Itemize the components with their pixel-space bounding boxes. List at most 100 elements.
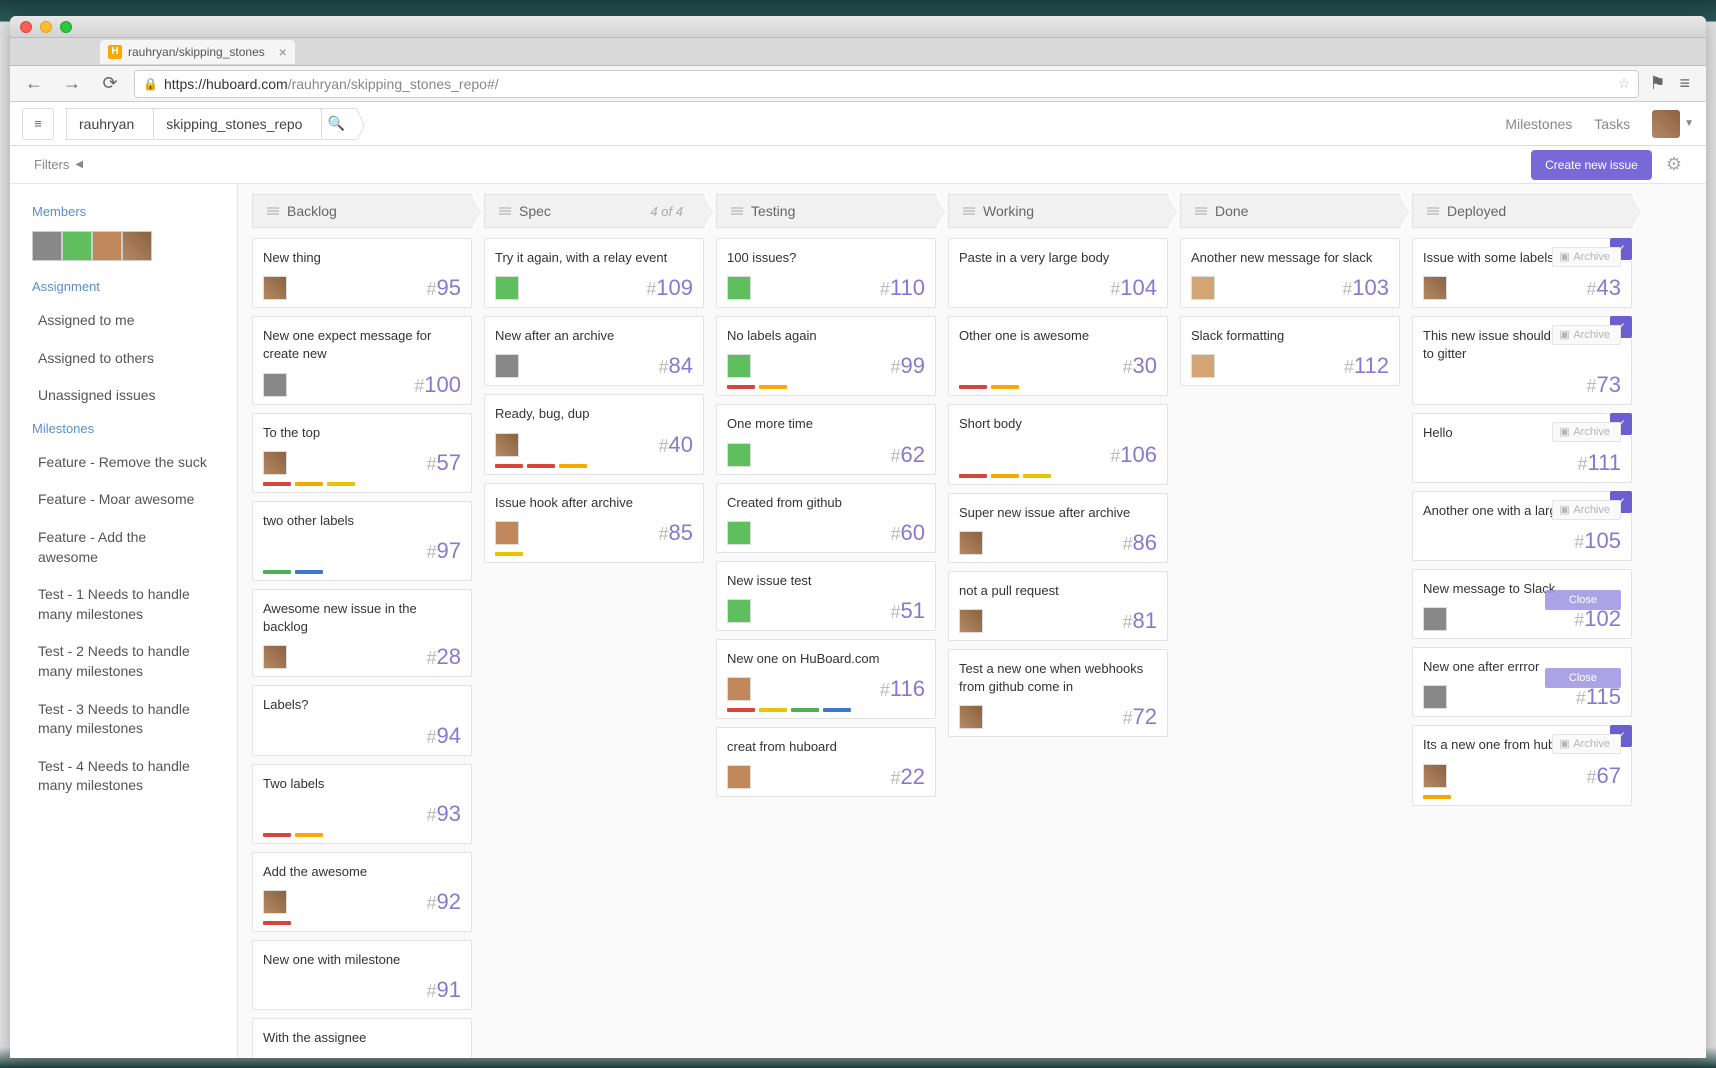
tab-close-icon[interactable]: × xyxy=(279,44,287,60)
issue-card[interactable]: New issue test#51 xyxy=(716,561,936,631)
drag-handle-icon[interactable] xyxy=(1195,207,1207,215)
assignee-avatar-icon[interactable] xyxy=(1423,607,1447,631)
breadcrumb-repo[interactable]: skipping_stones_repo xyxy=(153,108,321,140)
assignee-avatar-icon[interactable] xyxy=(495,354,519,378)
back-button[interactable]: ← xyxy=(20,70,48,98)
assignee-avatar-icon[interactable] xyxy=(1423,685,1447,709)
sidebar-milestone-item[interactable]: Test - 4 Needs to handle many milestones xyxy=(10,748,237,805)
minimize-window-icon[interactable] xyxy=(40,21,52,33)
issue-card[interactable]: Awesome new issue in the backlog#28 xyxy=(252,589,472,677)
drag-handle-icon[interactable] xyxy=(963,207,975,215)
issue-card[interactable]: Try it again, with a relay event#109 xyxy=(484,238,704,308)
column-header[interactable]: Working xyxy=(948,194,1168,228)
issue-card[interactable]: not a pull request#81 xyxy=(948,571,1168,641)
issue-card[interactable]: Created from github#60 xyxy=(716,483,936,553)
issue-card[interactable]: Issue hook after archive#85 xyxy=(484,483,704,563)
issue-card[interactable]: With the assignee xyxy=(252,1018,472,1058)
member-avatar[interactable] xyxy=(92,231,122,261)
issue-card[interactable]: New message to Slack#102Close xyxy=(1412,569,1632,639)
assignee-avatar-icon[interactable] xyxy=(959,531,983,555)
column-header[interactable]: Testing xyxy=(716,194,936,228)
close-button[interactable]: Close xyxy=(1545,590,1621,610)
browser-tab[interactable]: H rauhryan/skipping_stones × xyxy=(100,40,295,64)
issue-card[interactable]: New one on HuBoard.com#116 xyxy=(716,639,936,719)
menu-icon[interactable]: ≡ xyxy=(1679,73,1690,94)
column-header[interactable]: Deployed xyxy=(1412,194,1632,228)
issue-card[interactable]: Paste in a very large body#104 xyxy=(948,238,1168,308)
sidebar-milestone-item[interactable]: Feature - Add the awesome xyxy=(10,519,237,576)
sidebar-assignment-item[interactable]: Unassigned issues xyxy=(10,377,237,415)
assignee-avatar-icon[interactable] xyxy=(495,433,519,457)
assignee-avatar-icon[interactable] xyxy=(727,276,751,300)
assignee-avatar-icon[interactable] xyxy=(1191,276,1215,300)
sidebar-milestone-item[interactable]: Feature - Remove the suck xyxy=(10,444,237,482)
issue-card[interactable]: Another new message for slack#103 xyxy=(1180,238,1400,308)
issue-card[interactable]: Labels?#94 xyxy=(252,685,472,755)
drag-handle-icon[interactable] xyxy=(499,207,511,215)
archive-button[interactable]: Archive xyxy=(1552,325,1621,345)
assignee-avatar-icon[interactable] xyxy=(495,521,519,545)
issue-card[interactable]: ✓ArchiveHello#111 xyxy=(1412,413,1632,483)
assignee-avatar-icon[interactable] xyxy=(727,443,751,467)
extension-icon[interactable]: ⚑ xyxy=(1649,73,1665,94)
url-bar[interactable]: 🔒 https://huboard.com/rauhryan/skipping_… xyxy=(134,70,1639,98)
issue-card[interactable]: New one expect message for create new#10… xyxy=(252,316,472,404)
issue-card[interactable]: ✓ArchiveThis new issue should be pushed … xyxy=(1412,316,1632,404)
assignee-avatar-icon[interactable] xyxy=(727,765,751,789)
filters-toggle[interactable]: Filters ◀ xyxy=(34,157,83,172)
issue-card[interactable]: Test a new one when webhooks from github… xyxy=(948,649,1168,737)
archive-button[interactable]: Archive xyxy=(1552,500,1621,520)
issue-card[interactable]: 100 issues?#110 xyxy=(716,238,936,308)
sidebar-toggle-button[interactable]: ≡ xyxy=(22,108,54,140)
assignee-avatar-icon[interactable] xyxy=(727,354,751,378)
member-avatar[interactable] xyxy=(62,231,92,261)
drag-handle-icon[interactable] xyxy=(731,207,743,215)
bookmark-star-icon[interactable]: ☆ xyxy=(1618,75,1631,92)
drag-handle-icon[interactable] xyxy=(1427,207,1439,215)
issue-card[interactable]: ✓ArchiveIts a new one from huboard#67 xyxy=(1412,725,1632,805)
assignee-avatar-icon[interactable] xyxy=(263,451,287,475)
assignee-avatar-icon[interactable] xyxy=(263,373,287,397)
assignee-avatar-icon[interactable] xyxy=(727,677,751,701)
nav-milestones[interactable]: Milestones xyxy=(1505,116,1572,132)
issue-card[interactable]: New after an archive#84 xyxy=(484,316,704,386)
issue-card[interactable]: No labels again#99 xyxy=(716,316,936,396)
archive-button[interactable]: Archive xyxy=(1552,734,1621,754)
drag-handle-icon[interactable] xyxy=(267,207,279,215)
issue-card[interactable]: Ready, bug, dup#40 xyxy=(484,394,704,474)
issue-card[interactable]: One more time#62 xyxy=(716,404,936,474)
assignee-avatar-icon[interactable] xyxy=(727,599,751,623)
issue-card[interactable]: Super new issue after archive#86 xyxy=(948,493,1168,563)
issue-card[interactable]: Other one is awesome#30 xyxy=(948,316,1168,396)
search-button[interactable]: 🔍 xyxy=(321,108,357,140)
column-header[interactable]: Backlog xyxy=(252,194,472,228)
sidebar-assignment-item[interactable]: Assigned to me xyxy=(10,302,237,340)
assignee-avatar-icon[interactable] xyxy=(727,521,751,545)
issue-card[interactable]: New thing#95 xyxy=(252,238,472,308)
column-header[interactable]: Done xyxy=(1180,194,1400,228)
breadcrumb-owner[interactable]: rauhryan xyxy=(66,108,153,140)
archive-button[interactable]: Archive xyxy=(1552,422,1621,442)
reload-button[interactable]: ⟳ xyxy=(96,70,124,98)
assignee-avatar-icon[interactable] xyxy=(959,609,983,633)
sidebar-milestone-item[interactable]: Test - 1 Needs to handle many milestones xyxy=(10,576,237,633)
sidebar-milestone-item[interactable]: Test - 3 Needs to handle many milestones xyxy=(10,691,237,748)
issue-card[interactable]: Two labels#93 xyxy=(252,764,472,844)
issue-card[interactable]: two other labels#97 xyxy=(252,501,472,581)
sidebar-assignment-item[interactable]: Assigned to others xyxy=(10,340,237,378)
zoom-window-icon[interactable] xyxy=(60,21,72,33)
member-avatar[interactable] xyxy=(32,231,62,261)
assignee-avatar-icon[interactable] xyxy=(1423,276,1447,300)
member-avatar[interactable] xyxy=(122,231,152,261)
assignee-avatar-icon[interactable] xyxy=(263,890,287,914)
nav-tasks[interactable]: Tasks xyxy=(1594,116,1630,132)
assignee-avatar-icon[interactable] xyxy=(263,276,287,300)
assignee-avatar-icon[interactable] xyxy=(959,705,983,729)
close-button[interactable]: Close xyxy=(1545,668,1621,688)
forward-button[interactable]: → xyxy=(58,70,86,98)
column-header[interactable]: Spec4 of 4 xyxy=(484,194,704,228)
issue-card[interactable]: New one with milestone#91 xyxy=(252,940,472,1010)
issue-card[interactable]: ✓ArchiveIssue with some labels#43 xyxy=(1412,238,1632,308)
settings-button[interactable]: ⚙ xyxy=(1666,154,1682,175)
issue-card[interactable]: New one after errror#115Close xyxy=(1412,647,1632,717)
